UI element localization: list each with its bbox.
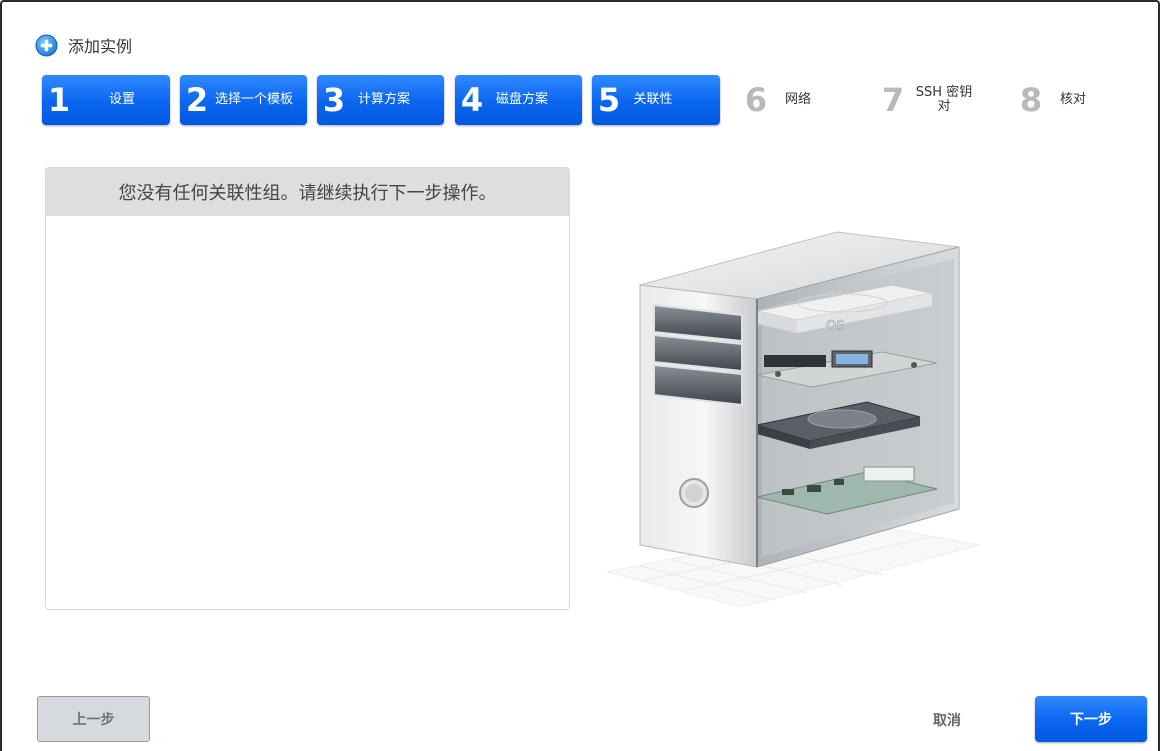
step-number: 1: [47, 81, 71, 119]
previous-button[interactable]: 上一步: [37, 696, 150, 742]
step-label: SSH 密钥对: [915, 85, 973, 114]
os-label: OS: [826, 319, 844, 334]
dialog-title: 添加实例: [68, 37, 133, 56]
step-number: 3: [322, 81, 346, 119]
step-7-ssh-keypair: 7 SSH 密钥对: [876, 75, 986, 125]
step-number: 5: [597, 81, 621, 119]
step-5-affinity[interactable]: 5 关联性: [592, 75, 720, 125]
server-tower-illustration: OS: [606, 231, 981, 608]
step-number: 2: [185, 81, 209, 119]
step-label: 计算方案: [357, 92, 410, 107]
empty-affinity-message: 您没有任何关联性组。请继续执行下一步操作。: [46, 168, 569, 216]
step-1-settings[interactable]: 1 设置: [42, 75, 170, 125]
step-label: 核对: [1059, 92, 1086, 107]
step-3-compute-offering[interactable]: 3 计算方案: [317, 75, 444, 125]
step-number: 6: [744, 81, 768, 119]
step-number: 4: [460, 81, 484, 119]
add-instance-dialog: 添加实例 1 设置 2 选择一个模板 3 计算方案 4 磁盘方案 5 关联性 6…: [0, 0, 1160, 751]
step-label: 关联性: [633, 92, 673, 107]
step-label: 设置: [108, 92, 135, 107]
next-button[interactable]: 下一步: [1035, 696, 1147, 742]
step-8-review: 8 核对: [1014, 75, 1124, 125]
step-2-select-template[interactable]: 2 选择一个模板: [180, 75, 307, 125]
affinity-groups-panel: 您没有任何关联性组。请继续执行下一步操作。: [45, 167, 570, 610]
step-label: 选择一个模板: [214, 92, 293, 107]
plus-circle-icon: [35, 33, 58, 57]
step-number: 8: [1019, 81, 1043, 119]
step-number: 7: [881, 81, 905, 119]
step-label: 磁盘方案: [495, 92, 548, 107]
cancel-button[interactable]: 取消: [917, 702, 977, 738]
step-4-disk-offering[interactable]: 4 磁盘方案: [455, 75, 582, 125]
step-6-network: 6 网络: [739, 75, 849, 125]
dialog-header: 添加实例: [35, 32, 132, 58]
step-label: 网络: [784, 92, 811, 107]
